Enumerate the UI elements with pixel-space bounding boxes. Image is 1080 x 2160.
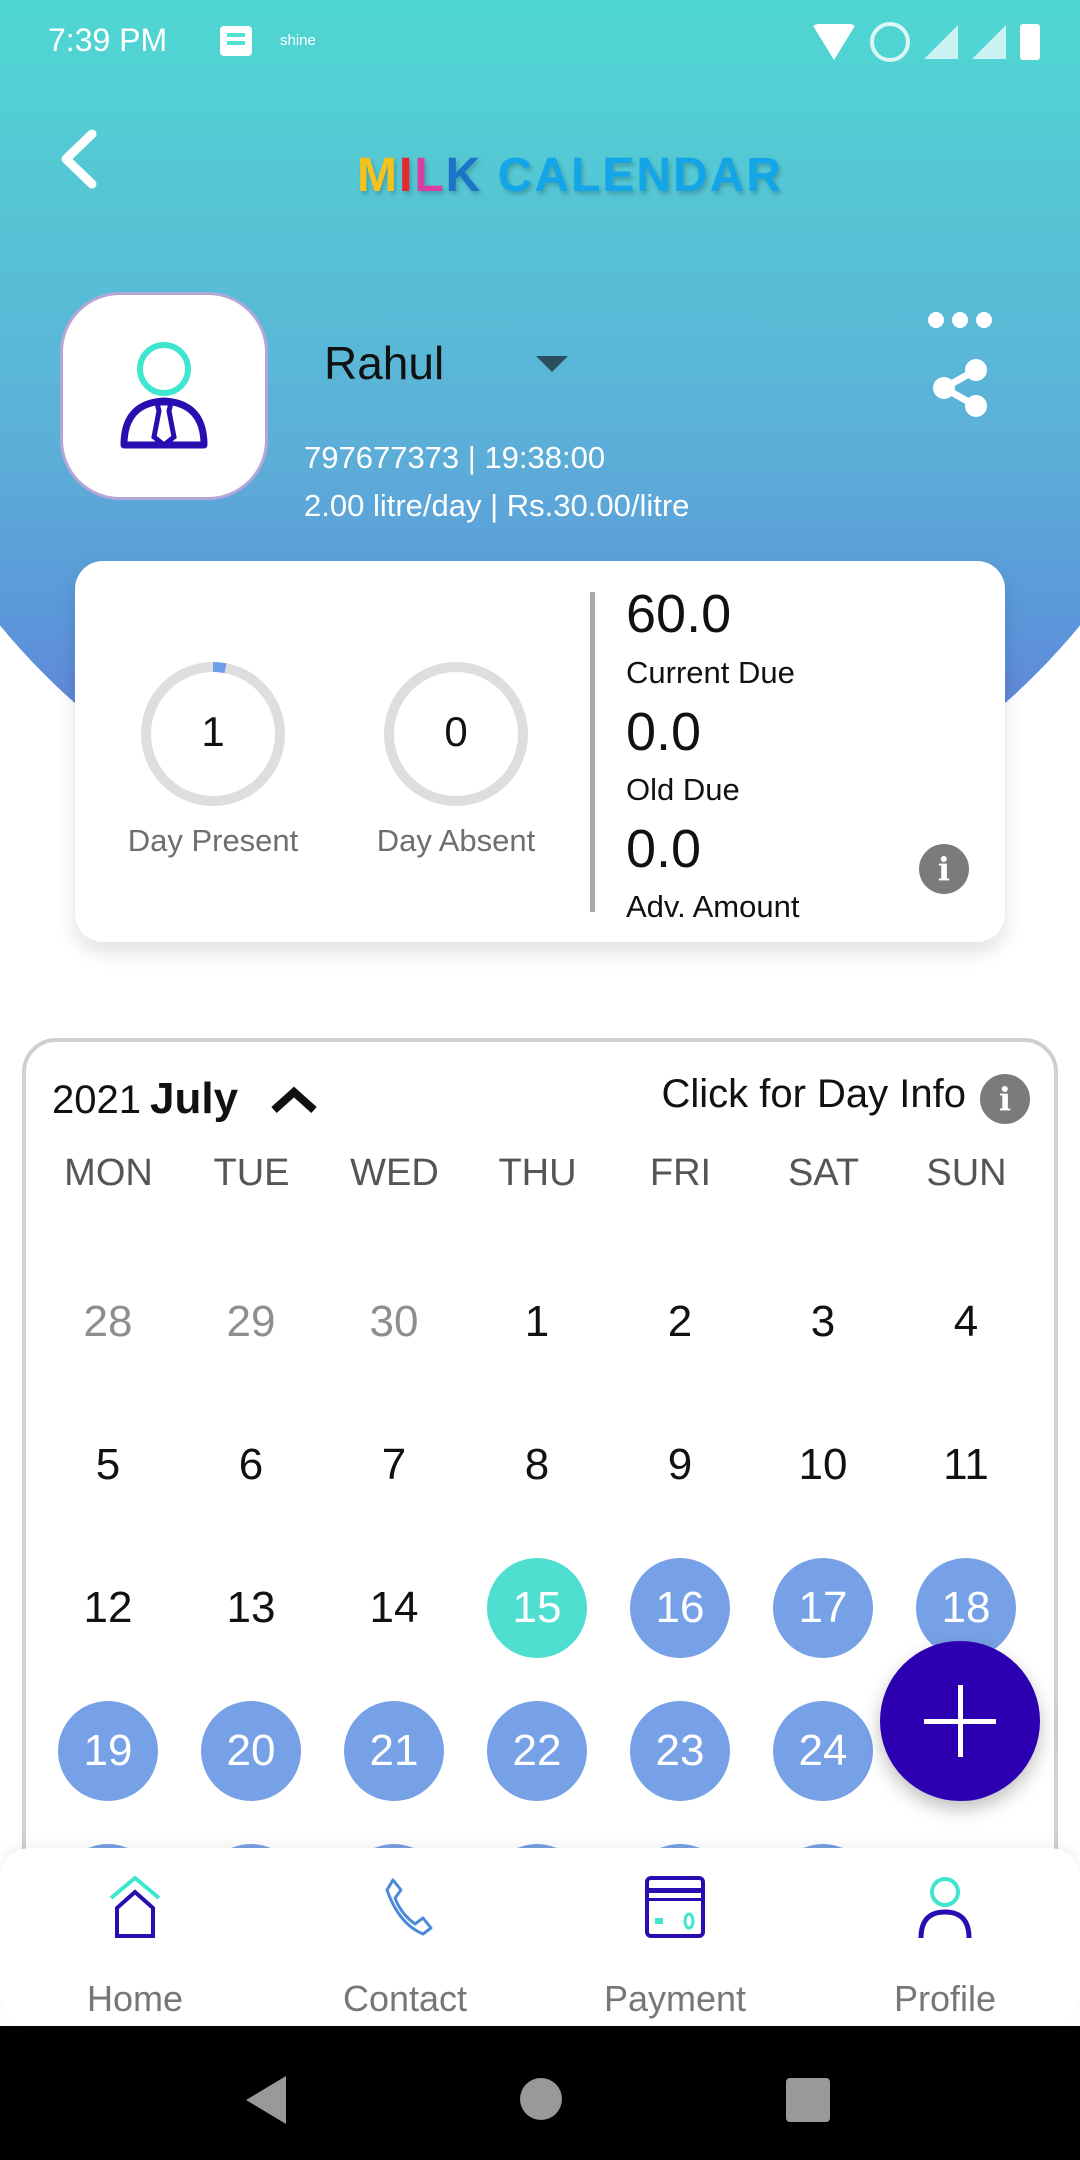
- calendar-year: 2021: [52, 1078, 141, 1122]
- calendar-day[interactable]: 11: [916, 1415, 1016, 1515]
- customer-quantity-rate: 2.00 litre/day | Rs.30.00/litre: [304, 488, 690, 523]
- app-title: MILK CALENDAR: [0, 148, 1080, 203]
- home-circle-icon[interactable]: [520, 2078, 562, 2120]
- profile-icon: [918, 1877, 972, 1939]
- more-options-button[interactable]: [928, 312, 992, 336]
- hotspot-icon: [870, 22, 910, 62]
- calendar-day[interactable]: 6: [201, 1415, 301, 1515]
- calendar-day[interactable]: 22: [487, 1701, 587, 1801]
- more-dots-icon: [928, 312, 944, 328]
- day-info-hint[interactable]: Click for Day Info: [661, 1072, 966, 1117]
- day-info-icon[interactable]: i: [980, 1074, 1030, 1124]
- milk-calendar: 2021 July Click for Day Info i MON TUE WED…: [22, 1038, 1058, 1938]
- weekday-fri: FRI: [649, 1152, 712, 1194]
- customer-avatar[interactable]: [60, 292, 268, 500]
- add-entry-button[interactable]: [880, 1641, 1040, 1801]
- battery-icon: [1020, 24, 1040, 60]
- nav-payment-label: Payment: [603, 1978, 747, 2019]
- summary-info-icon[interactable]: i: [919, 844, 969, 894]
- calendar-day[interactable]: 10: [773, 1415, 873, 1515]
- calendar-day[interactable]: 5: [58, 1415, 158, 1515]
- customer-dropdown-icon[interactable]: [536, 356, 568, 372]
- calendar-day[interactable]: 15: [487, 1558, 587, 1658]
- title-letter: L: [414, 149, 446, 202]
- nav-profile[interactable]: Profile: [810, 1848, 1080, 2026]
- system-navigation-bar: [0, 2026, 1080, 2160]
- calendar-day[interactable]: 29: [201, 1272, 301, 1372]
- weekday-sun: SUN: [926, 1152, 1007, 1194]
- payment-card-icon: [645, 1876, 705, 1938]
- calendar-day[interactable]: 8: [487, 1415, 587, 1515]
- calendar-day[interactable]: 23: [630, 1701, 730, 1801]
- calendar-day[interactable]: 24: [773, 1701, 873, 1801]
- calendar-day[interactable]: 7: [344, 1415, 444, 1515]
- nav-home[interactable]: Home: [0, 1848, 270, 2026]
- customer-name[interactable]: Rahul: [324, 336, 444, 390]
- signal-sim1-icon: [924, 25, 958, 59]
- old-due-label: Old Due: [626, 772, 740, 807]
- calendar-day[interactable]: 2: [630, 1272, 730, 1372]
- calendar-day[interactable]: 1: [487, 1272, 587, 1372]
- nav-contact-label: Contact: [342, 1978, 468, 2019]
- title-letter: K: [445, 149, 483, 202]
- signal-sim2-icon: [972, 25, 1006, 59]
- calendar-day[interactable]: 14: [344, 1558, 444, 1658]
- weekday-thu: THU: [498, 1152, 577, 1194]
- current-due-label: Current Due: [626, 655, 795, 690]
- back-triangle-icon[interactable]: [246, 2076, 286, 2124]
- calendar-day[interactable]: 19: [58, 1701, 158, 1801]
- nav-contact[interactable]: Contact: [270, 1848, 540, 2026]
- share-button[interactable]: [928, 356, 992, 420]
- current-due-value: 60.0: [626, 584, 732, 644]
- calendar-month[interactable]: July: [150, 1074, 238, 1124]
- customer-phone-time: 797677373 | 19:38:00: [304, 440, 606, 475]
- calendar-day[interactable]: 20: [201, 1701, 301, 1801]
- nav-home-label: Home: [86, 1978, 184, 2019]
- title-letter: M: [357, 149, 399, 202]
- summary-card: 1 Day Present 0 Day Absent 60.0 Current …: [75, 561, 1005, 942]
- calendar-day[interactable]: 28: [58, 1272, 158, 1372]
- weekday-sat: SAT: [787, 1152, 860, 1194]
- weekday-wed: WED: [350, 1152, 439, 1194]
- message-icon: [220, 26, 252, 56]
- adv-amount-value: 0.0: [626, 819, 702, 879]
- old-due-value: 0.0: [626, 702, 702, 762]
- phone-icon: [385, 1878, 433, 1936]
- weekday-mon: MON: [64, 1152, 153, 1194]
- recent-square-icon[interactable]: [786, 2078, 830, 2122]
- calendar-day[interactable]: 4: [916, 1272, 1016, 1372]
- calendar-day[interactable]: 9: [630, 1415, 730, 1515]
- status-bar: 7:39 PM shine: [0, 0, 1080, 84]
- calendar-day[interactable]: 12: [58, 1558, 158, 1658]
- calendar-day[interactable]: 17: [773, 1558, 873, 1658]
- wifi-icon: [812, 24, 856, 60]
- chevron-up-icon[interactable]: [270, 1084, 318, 1116]
- day-absent-value: 0: [444, 708, 468, 755]
- share-icon: [933, 359, 987, 417]
- home-icon: [109, 1876, 161, 1938]
- status-system-icons: [812, 22, 1040, 62]
- status-time: 7:39 PM: [48, 22, 168, 58]
- person-with-tie-icon: [120, 342, 208, 449]
- weekday-tue: TUE: [213, 1152, 290, 1194]
- calendar-day[interactable]: 3: [773, 1272, 873, 1372]
- title-letter: I: [398, 149, 415, 202]
- calendar-day[interactable]: 30: [344, 1272, 444, 1372]
- day-absent-label: Day Absent: [376, 823, 536, 858]
- nav-profile-label: Profile: [893, 1978, 997, 2019]
- day-present-value: 1: [201, 708, 225, 755]
- title-letter: CALENDAR: [497, 149, 783, 202]
- summary-divider: [590, 592, 595, 912]
- calendar-day[interactable]: 13: [201, 1558, 301, 1658]
- bottom-navigation: Home Contact Payment Profile: [0, 1848, 1080, 2026]
- calendar-day[interactable]: 21: [344, 1701, 444, 1801]
- calendar-day[interactable]: 16: [630, 1558, 730, 1658]
- shine-app-icon: shine: [280, 32, 316, 49]
- day-present-label: Day Present: [127, 823, 299, 858]
- adv-amount-label: Adv. Amount: [626, 889, 800, 924]
- nav-payment[interactable]: Payment: [540, 1848, 810, 2026]
- title-letter: [482, 148, 497, 203]
